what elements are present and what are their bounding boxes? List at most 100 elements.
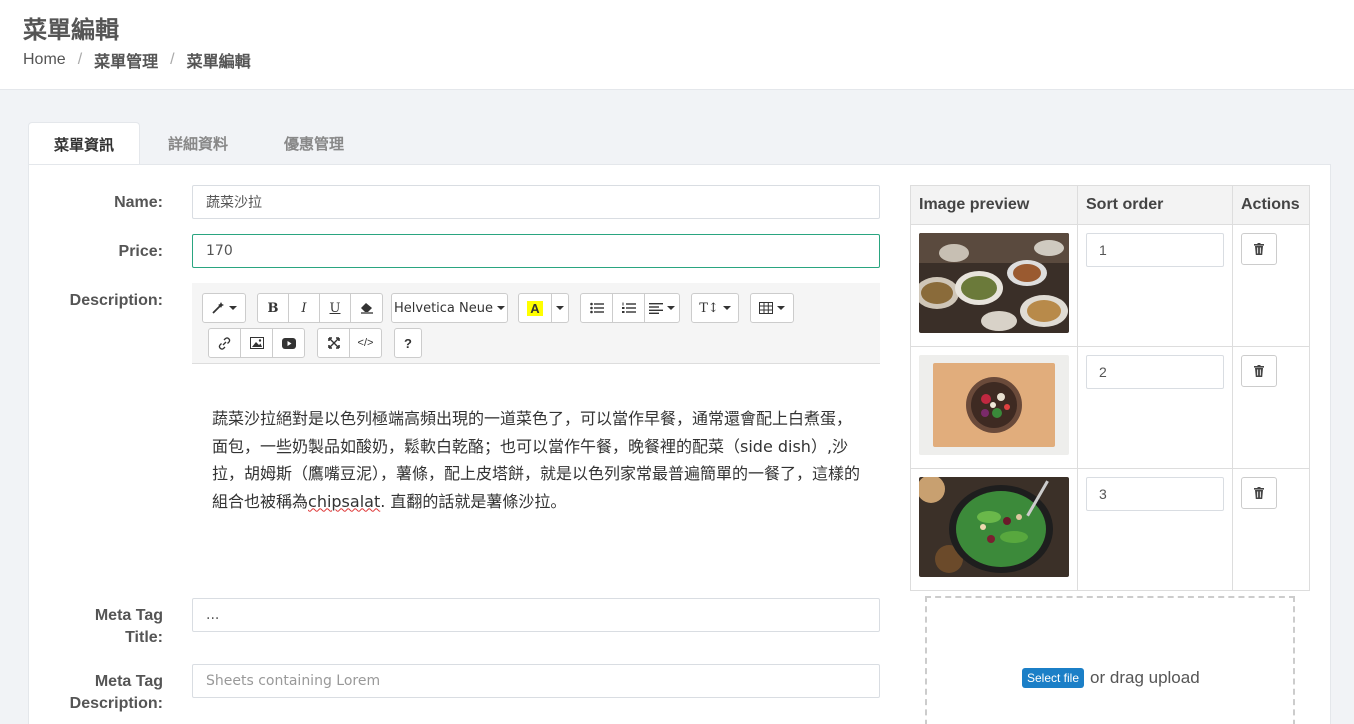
bold-button[interactable]: B [257, 293, 289, 323]
tab-bar: 菜單資訊 詳細資料 優惠管理 [28, 122, 372, 165]
link-icon [218, 336, 231, 350]
unordered-list-button[interactable] [580, 293, 613, 323]
table-row: 3 [910, 468, 1310, 591]
align-dropdown-button[interactable] [644, 293, 680, 323]
breadcrumb-separator: / [170, 51, 175, 68]
sort-order-input[interactable]: 2 [1086, 355, 1224, 389]
code-icon: </> [357, 337, 374, 349]
actions-cell [1232, 224, 1310, 347]
highlight-icon: A [527, 300, 543, 316]
sort-order-cell: 2 [1077, 346, 1233, 469]
help-button[interactable]: ? [394, 328, 422, 358]
select-file-button[interactable]: Select file [1022, 668, 1085, 688]
description-label: Description: [69, 292, 163, 309]
sort-order-cell: 3 [1077, 468, 1233, 591]
color-dropdown-button[interactable] [551, 293, 569, 323]
sort-order-input[interactable]: 1 [1086, 233, 1224, 267]
bullet-list-icon [589, 302, 604, 314]
column-header-actions: Actions [1232, 185, 1310, 225]
magic-wand-icon [212, 302, 224, 314]
style-group [202, 293, 246, 323]
meta-title-label-line2: Title: [125, 629, 163, 646]
italic-button[interactable]: I [288, 293, 320, 323]
delete-image-button[interactable] [1241, 477, 1277, 509]
font-name-value: Helvetica Neue [394, 300, 493, 316]
delete-image-button[interactable] [1241, 355, 1277, 387]
table-dropdown-button[interactable] [750, 293, 794, 323]
clear-format-button[interactable] [350, 293, 383, 323]
chevron-down-icon [667, 306, 675, 310]
page-title: 菜單編輯 [23, 16, 119, 44]
font-name-dropdown[interactable]: Helvetica Neue [391, 293, 508, 323]
drag-upload-text: or drag upload [1090, 668, 1200, 687]
fullscreen-icon [327, 337, 340, 349]
upload-prompt: Select file or drag upload [1022, 668, 1200, 688]
line-height-dropdown-button[interactable]: T↕ [691, 293, 739, 323]
font-style-group: B I U [257, 293, 383, 323]
sort-order-input[interactable]: 3 [1086, 477, 1224, 511]
style-dropdown-button[interactable] [202, 293, 246, 323]
name-label: Name: [114, 194, 163, 211]
editor-toolbar: B I U Helvetica Neue A T↕ </> ? [192, 283, 880, 364]
insert-link-button[interactable] [208, 328, 241, 358]
actions-cell [1232, 346, 1310, 469]
breadcrumb-menu-management[interactable]: 菜單管理 [94, 48, 158, 72]
font-name-group: Helvetica Neue [391, 293, 508, 323]
numbered-list-icon [621, 302, 636, 313]
actions-cell [1232, 468, 1310, 591]
editor-text-part2: . 直翻的話就是薯條沙拉。 [380, 491, 567, 511]
chevron-down-icon [777, 306, 785, 310]
green-salad-image [917, 475, 1069, 577]
chevron-down-icon [722, 306, 731, 310]
image-icon [249, 337, 264, 349]
breadcrumb-home[interactable]: Home [23, 51, 66, 69]
price-input[interactable]: 170 [192, 234, 880, 268]
height-group: T↕ [691, 293, 739, 323]
insert-group [208, 328, 305, 358]
table-row: 2 [910, 346, 1310, 469]
color-group: A [518, 293, 569, 323]
upload-dropzone[interactable]: Select file or drag upload [925, 596, 1295, 724]
chevron-down-icon [556, 306, 564, 310]
highlight-color-button[interactable]: A [518, 293, 552, 323]
fullscreen-button[interactable] [317, 328, 350, 358]
align-left-icon [649, 303, 663, 314]
image-preview-cell [910, 346, 1078, 469]
meta-title-label-line1: Meta Tag [94, 607, 163, 624]
chevron-down-icon [229, 306, 237, 310]
video-icon [281, 337, 296, 349]
trash-icon [1254, 487, 1264, 499]
breadcrumb-current: 菜單編輯 [186, 54, 251, 71]
image-preview-cell [910, 224, 1078, 347]
insert-image-button[interactable] [240, 328, 273, 358]
delete-image-button[interactable] [1241, 233, 1277, 265]
meta-description-label-line2: Description: [69, 695, 163, 712]
table-icon [759, 302, 773, 314]
editor-text-misspelled-word: chipsalat [308, 491, 381, 511]
eraser-icon [360, 303, 373, 314]
page-header: 菜單編輯 Home / 菜單管理 / 菜單編輯 [0, 0, 1354, 90]
images-table: Image preview Sort order Actions 1 2 3 [910, 185, 1310, 591]
price-label: Price: [118, 243, 163, 260]
table-row: 1 [910, 224, 1310, 347]
underline-button[interactable]: U [319, 293, 351, 323]
sort-order-cell: 1 [1077, 224, 1233, 347]
breadcrumb: Home / 菜單管理 / 菜單編輯 [23, 48, 251, 72]
meta-title-input[interactable]: ... [192, 598, 880, 632]
food-buffet-image [915, 233, 1069, 333]
editor-content[interactable]: 蔬菜沙拉絕對是以色列極端高頻出現的一道菜色了，可以當作早餐，通常還會配上白煮蛋，… [212, 405, 862, 515]
tab-promotions[interactable]: 優惠管理 [256, 122, 372, 165]
code-view-button[interactable]: </> [349, 328, 382, 358]
trash-icon [1254, 365, 1264, 377]
meta-title-label: Meta Tag Title: [95, 605, 163, 649]
insert-video-button[interactable] [272, 328, 305, 358]
tab-details[interactable]: 詳細資料 [140, 122, 256, 165]
ordered-list-button[interactable] [612, 293, 645, 323]
meta-description-label: Meta Tag Description: [70, 671, 163, 715]
column-header-image-preview: Image preview [910, 185, 1078, 225]
text-height-icon: T↕ [699, 300, 719, 316]
table-header-row: Image preview Sort order Actions [910, 185, 1310, 225]
tab-menu-info[interactable]: 菜單資訊 [28, 122, 141, 165]
name-input[interactable]: 蔬菜沙拉 [192, 185, 880, 219]
meta-description-input[interactable]: Sheets containing Lorem [192, 664, 880, 698]
